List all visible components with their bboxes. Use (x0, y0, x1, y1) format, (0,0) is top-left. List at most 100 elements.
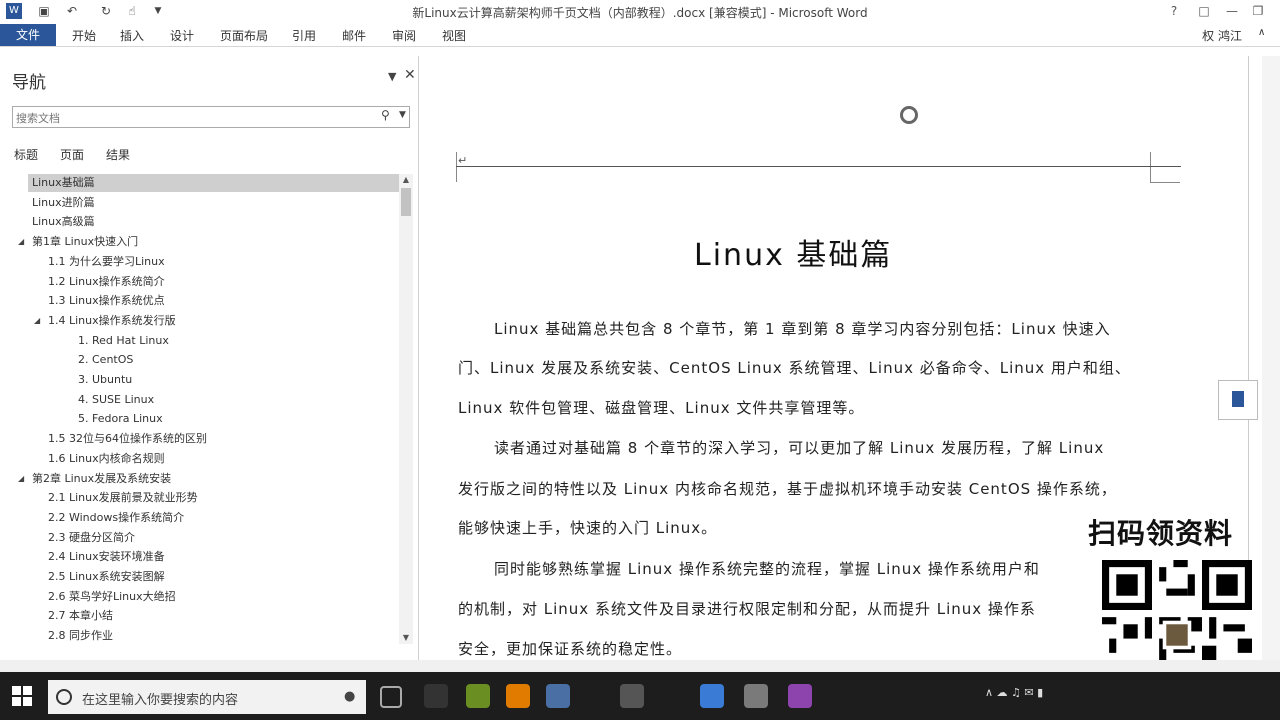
scroll-thumb[interactable] (401, 188, 411, 216)
microphone-icon[interactable]: ● (344, 689, 355, 704)
tab-layout[interactable]: 页面布局 (220, 27, 268, 44)
nav-heading-item[interactable]: 2.5 Linux系统安装图解 (48, 568, 165, 586)
taskbar-app-icon[interactable] (700, 684, 724, 708)
crop-mark (456, 152, 457, 182)
nav-heading-item[interactable]: 1.4 Linux操作系统发行版 (48, 312, 176, 330)
busy-icon (900, 106, 918, 124)
nav-heading-item[interactable]: 1.6 Linux内核命名规则 (48, 450, 165, 468)
nav-heading-item[interactable]: 2.8 同步作业 (48, 627, 113, 645)
nav-heading-item[interactable]: 1. Red Hat Linux (78, 332, 169, 350)
tab-mailings[interactable]: 邮件 (342, 27, 366, 44)
collapse-triangle-icon[interactable]: ◢ (18, 237, 24, 246)
paragraph-line: Linux 基础篇总共包含 8 个章节，第 1 章到第 8 章学习内容分别包括：… (494, 320, 1111, 338)
ribbon-tabs: 文件 开始 插入 设计 页面布局 引用 邮件 审阅 视图 权 鸿江 ∧ (0, 24, 1280, 47)
taskbar-app-icon[interactable] (546, 684, 570, 708)
nav-heading-item[interactable]: 1.5 32位与64位操作系统的区别 (48, 430, 207, 448)
nav-heading-label: 第2章 Linux发展及系统安装 (32, 471, 172, 485)
nav-heading-item[interactable]: 1.3 Linux操作系统优点 (48, 292, 165, 310)
tab-pages[interactable]: 页面 (60, 146, 84, 163)
bookmark-button[interactable] (1218, 380, 1258, 420)
taskbar-app-icon[interactable] (466, 684, 490, 708)
nav-heading-item[interactable]: 2.7 本章小结 (48, 607, 113, 625)
paragraph-line: 门、Linux 发展及系统安装、CentOS Linux 系统管理、Linux … (458, 359, 1131, 377)
tab-review[interactable]: 审阅 (392, 27, 416, 44)
tab-file[interactable]: 文件 (0, 24, 56, 46)
crop-mark (1150, 182, 1180, 183)
nav-heading-label: 2. CentOS (78, 353, 134, 367)
nav-heading-label: 1.3 Linux操作系统优点 (48, 294, 165, 308)
nav-heading-item[interactable]: 2.6 菜鸟学好Linux大绝招 (48, 588, 176, 606)
tab-home[interactable]: 开始 (72, 27, 96, 44)
nav-heading-label: 1.5 32位与64位操作系统的区别 (48, 432, 207, 446)
taskbar-app-icon[interactable] (424, 684, 448, 708)
collapse-triangle-icon[interactable]: ◢ (34, 316, 40, 325)
user-account[interactable]: 权 鸿江 (1202, 27, 1242, 44)
cortana-icon (56, 689, 72, 705)
tab-insert[interactable]: 插入 (120, 27, 144, 44)
search-icon[interactable]: ⚲ (381, 108, 390, 122)
nav-heading-item[interactable]: 3. Ubuntu (78, 371, 132, 389)
nav-heading-item[interactable]: 2.1 Linux发展前景及就业形势 (48, 489, 198, 507)
nav-heading-item[interactable]: 2. CentOS (78, 351, 133, 369)
nav-heading-label: 2.3 硬盘分区简介 (48, 530, 135, 544)
nav-heading-label: 2.7 本章小结 (48, 609, 113, 623)
nav-heading-label: Linux进阶篇 (32, 195, 95, 209)
ribbon-display-icon[interactable]: □ (1194, 2, 1214, 20)
nav-heading-item[interactable]: 5. Fedora Linux (78, 410, 163, 428)
taskbar-app-icon[interactable] (788, 684, 812, 708)
chevron-down-icon[interactable]: ▼ (399, 110, 406, 120)
nav-heading-item[interactable]: 2.2 Windows操作系统简介 (48, 509, 184, 527)
nav-heading-item[interactable]: 4. SUSE Linux (78, 391, 154, 409)
taskbar-search[interactable]: 在这里输入你要搜索的内容 ● (48, 680, 366, 714)
nav-heading-label: 2.2 Windows操作系统简介 (48, 510, 185, 524)
help-icon[interactable]: ? (1164, 2, 1184, 20)
nav-heading-item[interactable]: 2.4 Linux安装环境准备 (48, 548, 165, 566)
window-title: 新Linux云计算高薪架构师千页文档（内部教程）.docx [兼容模式] - M… (412, 6, 868, 20)
nav-heading-item[interactable]: Linux进阶篇 (32, 194, 95, 212)
crop-mark (1150, 152, 1151, 182)
tab-headings[interactable]: 标题 (14, 146, 38, 163)
nav-heading-item[interactable]: 1.2 Linux操作系统简介 (48, 273, 165, 291)
document-scrollbar[interactable] (1262, 56, 1280, 660)
nav-heading-label: 1. Red Hat Linux (78, 333, 169, 347)
scroll-down-icon[interactable]: ▼ (399, 632, 413, 644)
taskbar-app-icon[interactable] (620, 684, 644, 708)
taskbar-app-icon[interactable] (506, 684, 530, 708)
nav-heading-label: 2.8 同步作业 (48, 629, 113, 643)
nav-heading-item[interactable]: 1.1 为什么要学习Linux (48, 253, 165, 271)
nav-scrollbar[interactable]: ▲ ▼ (399, 174, 413, 644)
navigation-pane: 导航 ▼ ✕ ⚲ ▼ 标题 页面 结果 Linux基础篇Linux进阶篇Linu… (0, 56, 419, 660)
collapse-ribbon-icon[interactable]: ∧ (1258, 27, 1265, 38)
nav-heading-label: Linux基础篇 (32, 176, 95, 189)
nav-heading-item[interactable]: 第2章 Linux发展及系统安装 (32, 470, 171, 488)
restore-icon[interactable]: ❐ (1248, 2, 1268, 20)
nav-heading-label: 2.4 Linux安装环境准备 (48, 550, 165, 564)
title-bar: W ▣ ↶ ↻ ☝ ▼ 新Linux云计算高薪架构师千页文档（内部教程）.doc… (0, 0, 1280, 24)
search-input[interactable] (13, 109, 356, 128)
nav-heading-item[interactable]: 第1章 Linux快速入门 (32, 233, 138, 251)
document-heading: Linux 基础篇 (694, 238, 893, 273)
scroll-up-icon[interactable]: ▲ (399, 174, 413, 186)
nav-heading-item[interactable]: 2.3 硬盘分区简介 (48, 529, 135, 547)
nav-heading-label: 1.1 为什么要学习Linux (48, 254, 165, 268)
system-tray[interactable]: ∧ ☁ ♫ ✉ ▮ (985, 686, 1043, 699)
paragraph-line: Linux 软件包管理、磁盘管理、Linux 文件共享管理等。 (458, 399, 865, 417)
taskbar: 在这里输入你要搜索的内容 ● ∧ ☁ ♫ ✉ ▮ (0, 672, 1280, 720)
close-icon[interactable]: ✕ (404, 67, 416, 83)
task-view-icon[interactable] (380, 686, 402, 708)
tab-view[interactable]: 视图 (442, 27, 466, 44)
paragraph-mark: ↵ (458, 154, 468, 167)
tab-results[interactable]: 结果 (106, 146, 130, 163)
search-box[interactable]: ⚲ ▼ (12, 106, 410, 128)
nav-options-icon[interactable]: ▼ (388, 70, 396, 83)
tab-references[interactable]: 引用 (292, 27, 316, 44)
nav-heading-item[interactable]: Linux高级篇 (32, 213, 95, 231)
paragraph-line: 的机制，对 Linux 系统文件及目录进行权限定制和分配，从而提升 Linux … (458, 600, 1036, 618)
windows-start-icon[interactable] (12, 686, 32, 706)
nav-heading-label: 1.4 Linux操作系统发行版 (48, 313, 176, 327)
minimize-icon[interactable]: — (1222, 2, 1242, 20)
nav-heading-item[interactable]: Linux基础篇 (28, 174, 402, 192)
tab-design[interactable]: 设计 (170, 27, 194, 44)
taskbar-app-icon[interactable] (744, 684, 768, 708)
collapse-triangle-icon[interactable]: ◢ (18, 474, 24, 483)
